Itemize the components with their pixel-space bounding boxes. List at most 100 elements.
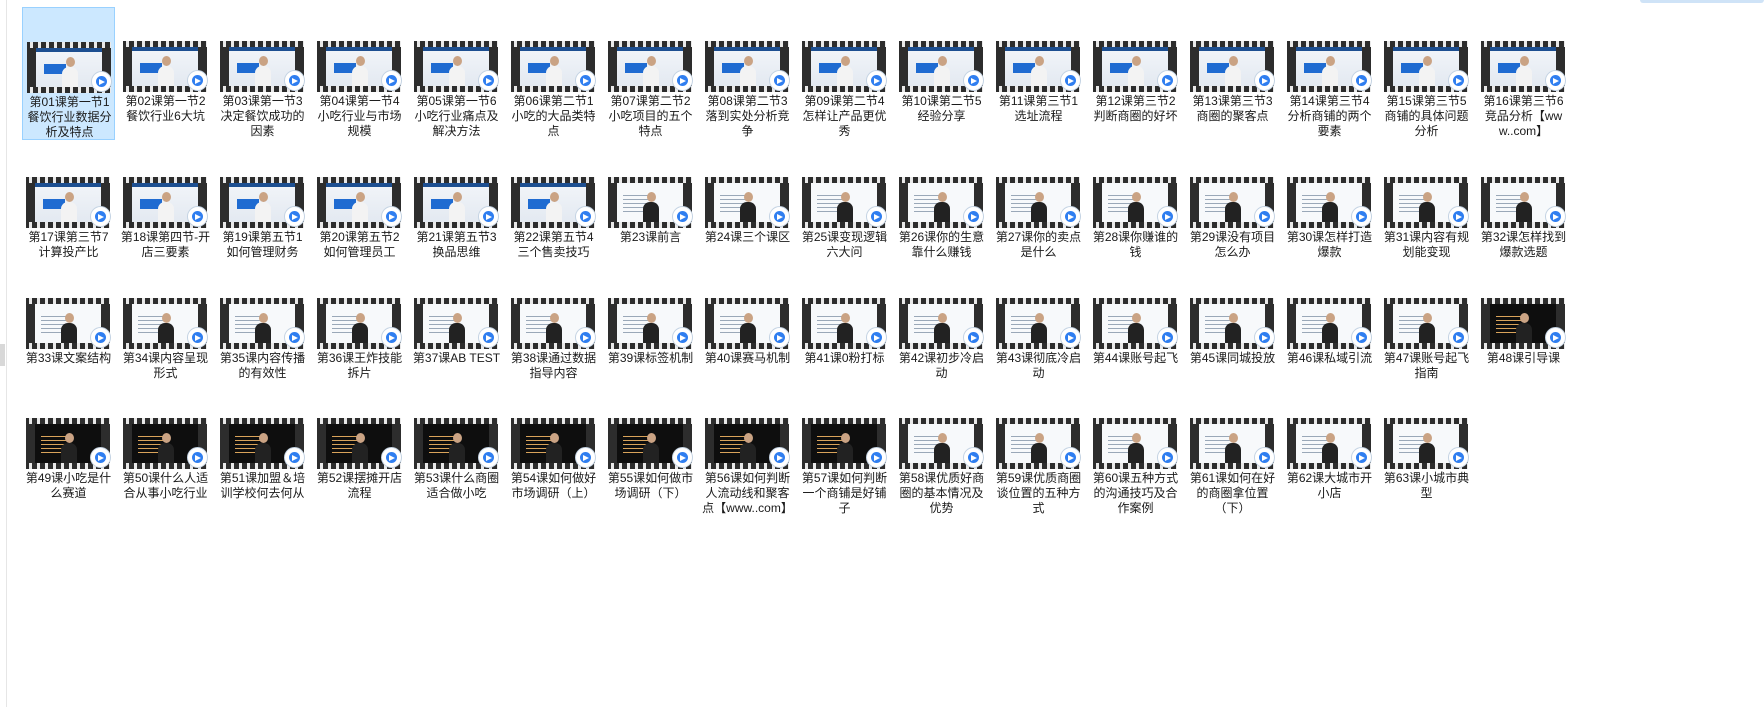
video-file-item[interactable]: 第31课内容有规划能变现	[1380, 143, 1473, 263]
video-file-item[interactable]: 第46课私域引流	[1283, 264, 1376, 384]
player-app-icon	[1545, 206, 1566, 227]
player-app-icon	[1254, 70, 1275, 91]
presenter-figure	[546, 313, 563, 343]
pane-resize-handle[interactable]	[0, 344, 5, 366]
video-file-item[interactable]: 第43课彻底冷启动	[992, 264, 1085, 384]
player-app-icon	[963, 327, 984, 348]
video-file-item[interactable]: 第04课第一节4小吃行业与市场规模	[313, 7, 406, 140]
video-file-item[interactable]: 第15课第三节5商铺的具体问题分析	[1380, 7, 1473, 140]
player-app-icon	[769, 70, 790, 91]
video-file-item[interactable]: 第21课第五节3换品思维	[410, 143, 503, 263]
player-app-icon	[284, 327, 305, 348]
video-file-item[interactable]: 第58课优质好商圈的基本情况及优势	[895, 384, 988, 515]
player-app-icon	[1545, 70, 1566, 91]
video-file-item[interactable]: 第23课前言	[604, 143, 697, 263]
video-file-item[interactable]: 第33课文案结构	[22, 264, 115, 384]
file-name-label: 第60课五种方式的沟通技巧及合作案例	[1092, 471, 1179, 515]
presenter-figure	[1322, 192, 1339, 222]
player-app-icon	[672, 327, 693, 348]
video-file-item[interactable]: 第49课小吃是什么赛道	[22, 384, 115, 504]
player-app-icon	[1448, 327, 1469, 348]
player-app-icon	[1157, 206, 1178, 227]
presenter-figure	[1516, 313, 1533, 343]
video-file-item[interactable]: 第08课第二节3落到实处分析竞争	[701, 7, 794, 140]
video-file-item[interactable]: 第34课内容呈现形式	[119, 264, 212, 384]
video-file-item[interactable]: 第16课第三节6竞品分析【www..com】	[1477, 7, 1570, 140]
video-file-item[interactable]: 第22课第五节4三个售卖技巧	[507, 143, 600, 263]
video-file-item[interactable]: 第47课账号起飞指南	[1380, 264, 1473, 384]
presenter-figure	[643, 56, 660, 86]
video-file-item[interactable]: 第05课第一节6小吃行业痛点及解决方法	[410, 7, 503, 140]
player-app-icon	[187, 70, 208, 91]
video-file-item[interactable]: 第54课如何做好市场调研（上）	[507, 384, 600, 504]
video-file-item[interactable]: 第29课没有项目怎么办	[1186, 143, 1279, 263]
video-file-item[interactable]: 第25课变现逻辑六大问	[798, 143, 891, 263]
file-name-label: 第44课账号起飞	[1092, 351, 1179, 365]
presenter-figure	[352, 56, 369, 86]
video-file-item[interactable]: 第02课第一节2餐饮行业6大坑	[119, 7, 212, 140]
video-file-item[interactable]: 第18课第四节-开店三要素	[119, 143, 212, 263]
player-app-icon	[1060, 327, 1081, 348]
presenter-figure	[934, 433, 951, 463]
video-file-item[interactable]: 第59课优质商圈谈位置的五种方式	[992, 384, 1085, 515]
presenter-figure	[1322, 313, 1339, 343]
file-name-label: 第30课怎样打造爆款	[1286, 230, 1373, 259]
video-file-item[interactable]: 第07课第二节2小吃项目的五个特点	[604, 7, 697, 140]
video-file-item[interactable]: 第14课第三节4分析商铺的两个要素	[1283, 7, 1376, 140]
presenter-figure	[1419, 433, 1436, 463]
file-name-label: 第43课彻底冷启动	[995, 351, 1082, 380]
video-file-item[interactable]: 第60课五种方式的沟通技巧及合作案例	[1089, 384, 1182, 515]
video-file-item[interactable]: 第03课第一节3决定餐饮成功的因素	[216, 7, 309, 140]
video-file-item[interactable]: 第55课如何做市场调研（下）	[604, 384, 697, 504]
video-file-item[interactable]: 第06课第二节1小吃的大品类特点	[507, 7, 600, 140]
video-file-item[interactable]: 第30课怎样打造爆款	[1283, 143, 1376, 263]
video-file-item[interactable]: 第50课什么人适合从事小吃行业	[119, 384, 212, 504]
presenter-figure	[740, 433, 757, 463]
video-file-item[interactable]: 第24课三个课区	[701, 143, 794, 263]
video-file-item[interactable]: 第44课账号起飞	[1089, 264, 1182, 384]
video-file-item[interactable]: 第17课第三节7计算投产比	[22, 143, 115, 263]
video-file-item[interactable]: 第36课王炸技能拆片	[313, 264, 406, 384]
player-app-icon	[1351, 70, 1372, 91]
video-file-item[interactable]: 第20课第五节2如何管理员工	[313, 143, 406, 263]
video-file-item[interactable]: 第42课初步冷启动	[895, 264, 988, 384]
video-file-item[interactable]: 第10课第二节5经验分享	[895, 7, 988, 140]
player-app-icon	[1351, 206, 1372, 227]
video-file-item[interactable]: 第19课第五节1如何管理财务	[216, 143, 309, 263]
presenter-figure	[1322, 433, 1339, 463]
video-file-item[interactable]: 第48课引导课	[1477, 264, 1570, 384]
file-name-label: 第59课优质商圈谈位置的五种方式	[995, 471, 1082, 515]
video-file-item[interactable]: 第28课你赚谁的钱	[1089, 143, 1182, 263]
video-file-item[interactable]: 第57课如何判断一个商铺是好铺子	[798, 384, 891, 515]
video-file-item[interactable]: 第26课你的生意靠什么赚钱	[895, 143, 988, 263]
video-file-item[interactable]: 第53课什么商圈适合做小吃	[410, 384, 503, 504]
video-file-item[interactable]: 第09课第二节4怎样让产品更优秀	[798, 7, 891, 140]
file-name-label: 第54课如何做好市场调研（上）	[510, 471, 597, 500]
video-file-item[interactable]: 第35课内容传播的有效性	[216, 264, 309, 384]
video-file-item[interactable]: 第13课第三节3商圈的聚客点	[1186, 7, 1279, 140]
video-file-item[interactable]: 第39课标签机制	[604, 264, 697, 384]
video-file-item[interactable]: 第51课加盟＆培训学校何去何从	[216, 384, 309, 504]
video-file-item[interactable]: 第45课同城投放	[1186, 264, 1279, 384]
video-file-item[interactable]: 第52课摆摊开店流程	[313, 384, 406, 504]
video-file-item[interactable]: 第11课第三节1选址流程	[992, 7, 1085, 140]
video-file-item[interactable]: 第40课赛马机制	[701, 264, 794, 384]
video-file-item[interactable]: 第38课通过数据指导内容	[507, 264, 600, 384]
video-file-item[interactable]: 第62课大城市开小店	[1283, 384, 1376, 504]
video-file-item[interactable]: 第37课AB TEST	[410, 264, 503, 384]
file-name-label: 第01课第一节1餐饮行业数据分析及特点	[27, 95, 112, 139]
video-file-item[interactable]: 第63课小城市典型	[1380, 384, 1473, 504]
video-file-item[interactable]: 第61课如何在好的商圈拿位置（下）	[1186, 384, 1279, 515]
presenter-figure	[1128, 192, 1145, 222]
video-file-item[interactable]: 第01课第一节1餐饮行业数据分析及特点	[22, 7, 115, 140]
video-file-item[interactable]: 第56课如何判断人流动线和聚客点【www..com】	[701, 384, 794, 515]
file-name-label: 第03课第一节3决定餐饮成功的因素	[220, 94, 305, 138]
video-file-item[interactable]: 第27课你的卖点是什么	[992, 143, 1085, 263]
player-app-icon	[284, 447, 305, 468]
file-name-label: 第49课小吃是什么赛道	[25, 471, 112, 500]
video-file-item[interactable]: 第41课0粉打标	[798, 264, 891, 384]
video-file-item[interactable]: 第32课怎样找到爆款选题	[1477, 143, 1570, 263]
file-name-label: 第53课什么商圈适合做小吃	[413, 471, 500, 500]
player-app-icon	[1157, 70, 1178, 91]
video-file-item[interactable]: 第12课第三节2判断商圈的好坏	[1089, 7, 1182, 140]
